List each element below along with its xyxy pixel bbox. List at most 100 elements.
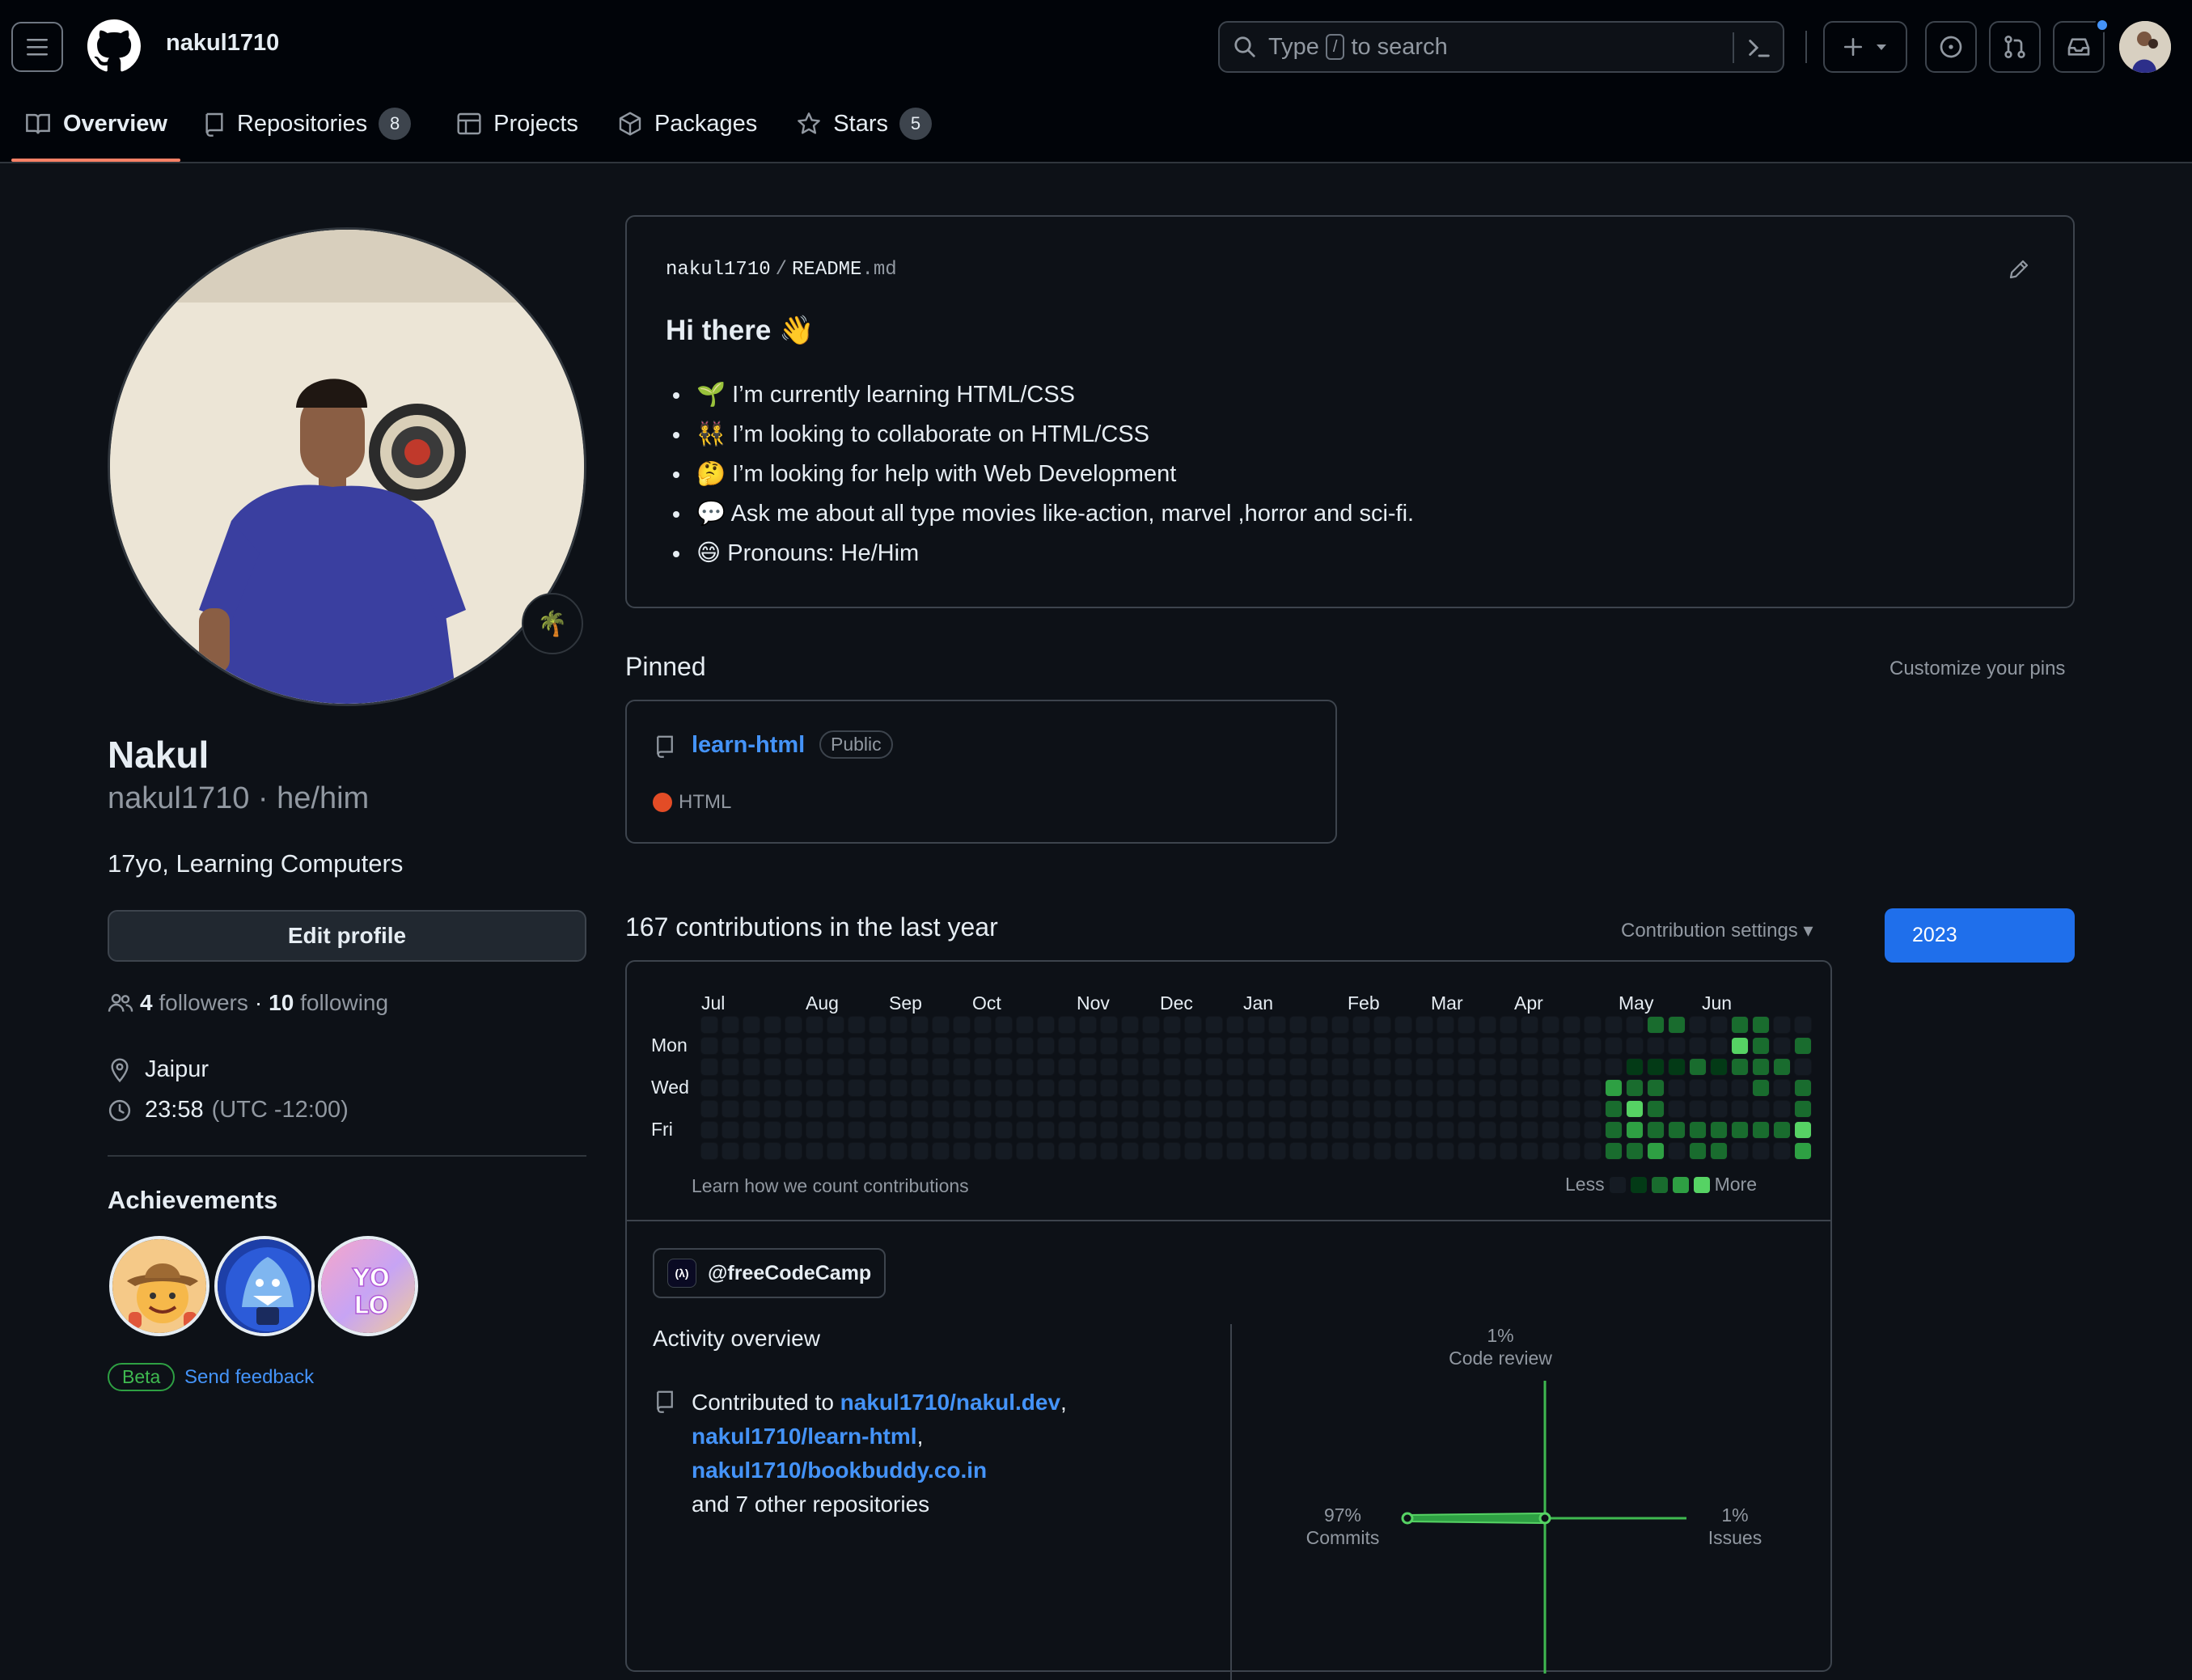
following-label: following bbox=[300, 990, 389, 1015]
readme-card: nakul1710/README.md Hi there 👋 🌱 I’m cur… bbox=[625, 215, 2075, 608]
command-palette-icon[interactable] bbox=[1746, 34, 1773, 61]
follow-stats: 4 followers · 10 following bbox=[108, 990, 388, 1016]
status-button[interactable]: 🌴 bbox=[522, 593, 583, 654]
global-header: nakul1710 Type / to search Overview Repo… bbox=[0, 0, 2192, 163]
status-emoji: 🌴 bbox=[537, 610, 568, 637]
location-icon bbox=[111, 1057, 129, 1082]
followers-link[interactable]: 4 followers bbox=[140, 990, 248, 1016]
customize-pins-link[interactable]: Customize your pins bbox=[1889, 658, 2065, 680]
issue-opened-icon bbox=[1940, 36, 1962, 58]
profile-avatar[interactable] bbox=[108, 227, 586, 706]
caret-down-icon bbox=[1877, 44, 1886, 50]
readme-heading: Hi there 👋 bbox=[666, 315, 815, 346]
achievement-badge-pull-shark[interactable] bbox=[109, 1236, 209, 1336]
achievement-cowboy-icon bbox=[112, 1239, 206, 1333]
separator-dot: · bbox=[254, 990, 263, 1015]
activity-shape bbox=[1407, 1512, 1548, 1525]
profile-local-time: 23:58 (UTC -12:00) bbox=[108, 1097, 349, 1124]
tab-projects[interactable]: Projects bbox=[443, 97, 591, 150]
repo-icon bbox=[657, 735, 673, 758]
star-icon bbox=[798, 112, 821, 134]
achievement-badge-shark[interactable] bbox=[214, 1236, 315, 1336]
pinned-repo-card: learn-html Public HTML bbox=[625, 700, 1337, 844]
issues-button[interactable] bbox=[1925, 21, 1977, 73]
followers-count: 4 bbox=[140, 990, 153, 1015]
readme-item: 🤔 I’m looking for help with Web Developm… bbox=[692, 455, 1414, 494]
tab-packages[interactable]: Packages bbox=[604, 97, 770, 150]
context-username[interactable]: nakul1710 bbox=[166, 30, 279, 57]
profile-location: Jaipur bbox=[108, 1056, 209, 1083]
contribution-settings-dropdown[interactable]: Contribution settings ▾ bbox=[1621, 919, 1813, 942]
activity-axis-graph bbox=[1401, 1381, 1686, 1674]
tab-count: 8 bbox=[379, 108, 412, 140]
profile-tabs: Overview Repositories 8 Projects Package… bbox=[0, 97, 945, 163]
repo-icon bbox=[205, 112, 223, 137]
tab-repositories[interactable]: Repositories 8 bbox=[190, 97, 424, 150]
user-avatar[interactable] bbox=[2119, 21, 2171, 73]
git-pull-request-icon bbox=[2004, 36, 2025, 58]
profile-name: Nakul bbox=[108, 734, 209, 776]
readme-item: 🌱 I’m currently learning HTML/CSS bbox=[692, 375, 1414, 415]
sidebar-divider bbox=[108, 1155, 586, 1157]
tab-label: Stars bbox=[833, 110, 888, 137]
tab-count: 5 bbox=[899, 108, 932, 140]
contribution-calendar-box: Jul Aug Sep Oct Nov Dec Jan Feb Mar Apr May Jun Mon… bbox=[625, 960, 1832, 1680]
visibility-badge: Public bbox=[819, 730, 893, 759]
pull-requests-button[interactable] bbox=[1989, 21, 2041, 73]
location-text: Jaipur bbox=[145, 1056, 209, 1082]
github-logo-icon[interactable] bbox=[87, 19, 141, 73]
time-text: 23:58 bbox=[145, 1097, 204, 1123]
readme-item: 😄 Pronouns: He/Him bbox=[692, 534, 1414, 573]
achievement-yolo-icon: YO LO bbox=[321, 1239, 415, 1333]
tab-label: Overview bbox=[63, 110, 167, 137]
table-icon bbox=[457, 112, 481, 135]
language-color-dot bbox=[653, 793, 672, 812]
menu-button[interactable] bbox=[11, 22, 63, 72]
search-input[interactable]: Type / to search bbox=[1218, 21, 1784, 73]
search-prefix: Type bbox=[1268, 33, 1319, 60]
book-icon bbox=[26, 113, 50, 134]
profile-login: nakul1710 · he/him bbox=[108, 781, 370, 815]
tab-label: Packages bbox=[654, 110, 758, 137]
following-count: 10 bbox=[269, 990, 294, 1015]
hamburger-icon bbox=[27, 39, 48, 56]
year-filter-2023[interactable]: 2023 bbox=[1885, 908, 2075, 963]
timezone-text: (UTC -12:00) bbox=[211, 1097, 349, 1123]
readme-extension: .md bbox=[861, 259, 897, 281]
svg-text:LO: LO bbox=[353, 1292, 389, 1320]
readme-file-link[interactable]: README bbox=[792, 259, 861, 281]
avatar-photo bbox=[2119, 21, 2171, 73]
center-point bbox=[1538, 1512, 1551, 1525]
path-separator: / bbox=[775, 259, 788, 281]
readme-item: 👯 I’m looking to collaborate on HTML/CSS bbox=[692, 415, 1414, 455]
tab-overview[interactable]: Overview bbox=[11, 97, 180, 162]
commits-point bbox=[1401, 1512, 1414, 1525]
achievement-badge-yolo[interactable]: YO LO bbox=[318, 1236, 418, 1336]
readme-owner-link[interactable]: nakul1710 bbox=[666, 259, 771, 281]
people-icon bbox=[108, 993, 133, 1012]
followers-label: followers bbox=[159, 990, 248, 1015]
readme-list: 🌱 I’m currently learning HTML/CSS 👯 I’m … bbox=[692, 375, 1414, 573]
search-divider bbox=[1733, 32, 1734, 63]
search-suffix: to search bbox=[1351, 33, 1448, 60]
svg-text:YO: YO bbox=[352, 1264, 390, 1293]
package-icon bbox=[619, 112, 641, 136]
header-divider bbox=[1805, 31, 1807, 63]
profile-photo bbox=[110, 230, 584, 704]
notification-indicator bbox=[2095, 18, 2109, 32]
clock-icon bbox=[108, 1099, 131, 1121]
contributions-title: 167 contributions in the last year bbox=[625, 912, 998, 942]
send-feedback-link[interactable]: Send feedback bbox=[184, 1366, 314, 1389]
tab-stars[interactable]: Stars 5 bbox=[783, 97, 945, 150]
language-label: HTML bbox=[679, 791, 732, 813]
search-icon bbox=[1234, 36, 1255, 57]
beta-badge: Beta bbox=[108, 1363, 176, 1391]
pinned-title: Pinned bbox=[625, 652, 706, 681]
pinned-repo-link[interactable]: learn-html bbox=[692, 732, 805, 759]
tab-label: Projects bbox=[493, 110, 578, 137]
following-link[interactable]: 10 following bbox=[269, 990, 388, 1016]
pencil-icon[interactable] bbox=[2007, 257, 2031, 281]
tab-label: Repositories bbox=[236, 110, 368, 137]
create-new-button[interactable] bbox=[1823, 21, 1907, 73]
edit-profile-button[interactable]: Edit profile bbox=[108, 910, 586, 962]
